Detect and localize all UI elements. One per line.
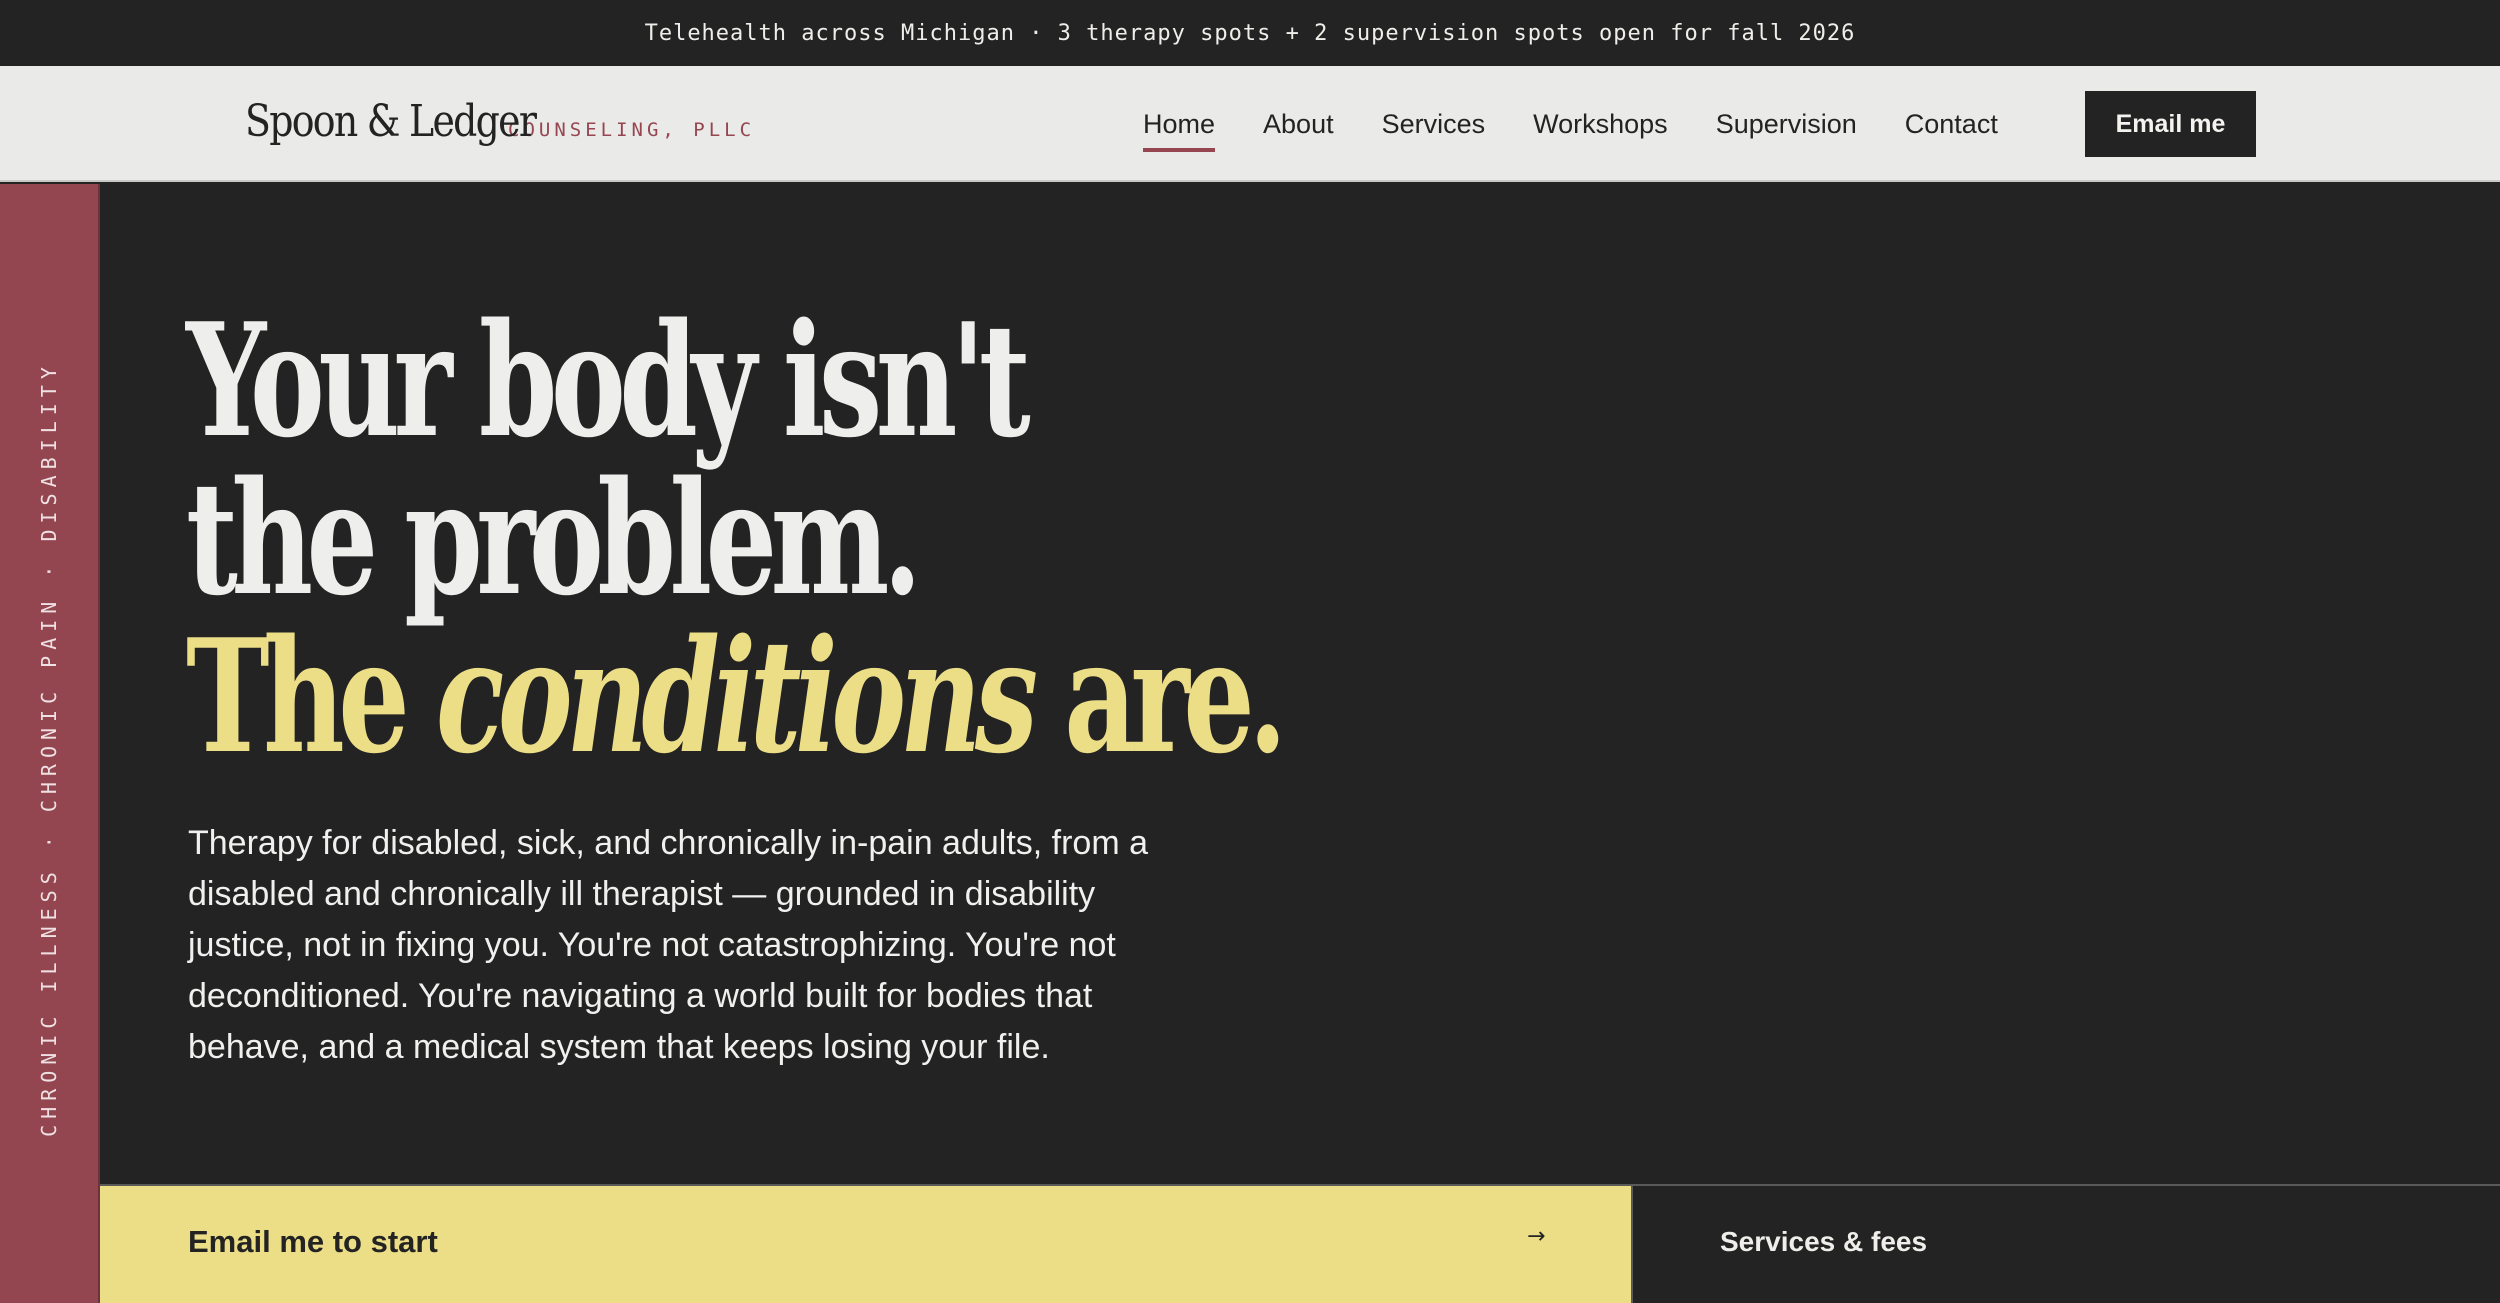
announcement-text: Telehealth across Michigan · 3 therapy s… [644, 20, 1856, 46]
services-fees-label: Services & fees [1720, 1226, 1928, 1257]
email-me-button[interactable]: Email me [2085, 91, 2256, 157]
hero-headline: Your body isn't the problem. The conditi… [186, 302, 1287, 776]
email-me-to-start-label: Email me to start [188, 1224, 438, 1259]
hero-line-1: Your body isn't [186, 289, 1031, 472]
brand-logo[interactable]: Spoon & Ledger COUNSELING, PLLC [245, 96, 755, 147]
nav-workshops[interactable]: Workshops [1533, 101, 1668, 148]
nav-supervision[interactable]: Supervision [1716, 101, 1857, 148]
nav-services[interactable]: Services [1382, 101, 1486, 148]
main-nav: Home About Services Workshops Supervisio… [1143, 66, 2046, 182]
side-rail: CHRONIC ILLNESS · CHRONIC PAIN · DISABIL… [0, 184, 100, 1303]
hero-line-3: The conditions are. [186, 605, 1287, 788]
site-header: Spoon & Ledger COUNSELING, PLLC Home Abo… [0, 66, 2500, 182]
hero-line-2: the problem. [186, 447, 922, 630]
email-me-to-start-button[interactable]: Email me to start → [100, 1186, 1633, 1303]
services-fees-button[interactable]: Services & fees [1633, 1186, 2500, 1303]
brand-name: Spoon & Ledger [245, 96, 537, 147]
hero-line-3-end: are. [1064, 605, 1287, 788]
announcement-bar: Telehealth across Michigan · 3 therapy s… [0, 0, 2500, 66]
nav-contact[interactable]: Contact [1905, 101, 1998, 148]
brand-subtitle: COUNSELING, PLLC [508, 119, 756, 141]
hero-line-3-emphasis: conditions [435, 605, 1038, 788]
side-rail-text: CHRONIC ILLNESS · CHRONIC PAIN · DISABIL… [37, 361, 61, 1137]
nav-about[interactable]: About [1263, 101, 1334, 148]
arrow-right-icon: → [1527, 1224, 1546, 1249]
nav-home[interactable]: Home [1143, 101, 1216, 152]
hero-description: Therapy for disabled, sick, and chronica… [188, 824, 1149, 1066]
hero-line-3-start: The [186, 605, 410, 788]
cta-bar: Email me to start → Services & fees [100, 1184, 2500, 1303]
